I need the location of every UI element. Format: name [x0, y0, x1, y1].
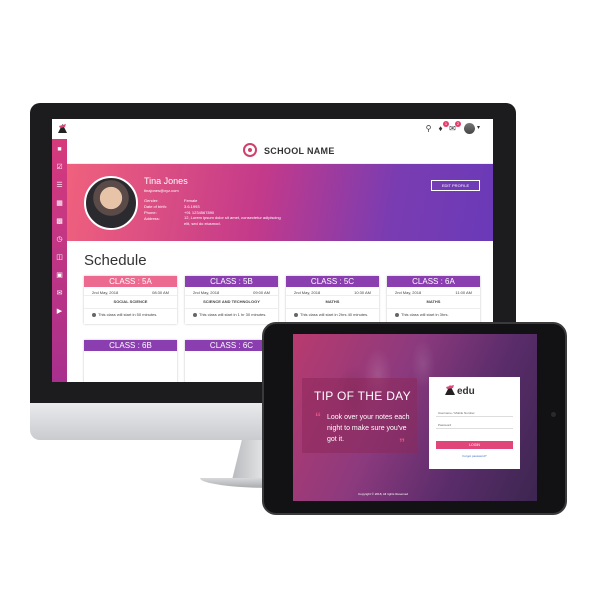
card-note: This class will start in 50 minutes. [98, 312, 158, 317]
class-card[interactable]: CLASS : 5A 2nd May, 2018 08:30 AM SOCIAL … [84, 276, 177, 324]
clock-icon[interactable]: ◷ [55, 235, 64, 244]
bell-icon[interactable]: ♦ 1 [436, 121, 449, 133]
card-date: 2nd May, 2018 [294, 290, 321, 295]
username-field[interactable]: Username / Mobile Number [436, 409, 513, 417]
card-class-label: CLASS : 5B [185, 276, 278, 287]
document-icon[interactable]: ☰ [55, 181, 64, 190]
card-time: 11:00 AM [455, 290, 472, 295]
class-card[interactable]: CLASS : 6A 2nd May, 2018 11:00 AM MATHS T… [387, 276, 480, 324]
profile-label-gender: Gender: [144, 198, 159, 203]
card-time: 08:30 AM [152, 290, 169, 295]
school-logo-icon [243, 143, 257, 157]
profile-banner: Tina Jones tinajones@xyz.com Gender: Fem… [67, 164, 493, 241]
edit-profile-button[interactable]: EDIT PROFILE [431, 180, 480, 191]
edu-brand: edu [457, 386, 475, 397]
profile-label-address: Address: [144, 216, 160, 221]
info-icon [395, 312, 399, 317]
card-subject: SCIENCE AND TECHNOLOGY [185, 296, 278, 309]
checklist-icon[interactable]: ☑ [55, 163, 64, 172]
forgot-password-link[interactable]: Forgot password? [436, 454, 513, 458]
quote-close-icon: ” [399, 436, 405, 450]
calendar-icon[interactable]: ▩ [55, 217, 64, 226]
card-class-label: CLASS : 6A [387, 276, 480, 287]
class-card[interactable]: CLASS : 6B [84, 340, 177, 382]
card-date: 2nd May, 2018 [193, 290, 220, 295]
password-field[interactable]: Password [436, 421, 513, 429]
top-bar: ⚲ ♦1 ✉2 ✉3 ▾ [52, 119, 493, 140]
tablet-home-button [551, 412, 556, 417]
class-card[interactable]: CLASS : 5B 2nd May, 2018 09:00 AM SCIENCE… [185, 276, 278, 324]
card-subject: SOCIAL SCIENCE [84, 296, 177, 309]
chevron-down-icon[interactable]: ▾ [477, 124, 480, 131]
quote-open-icon: “ [315, 410, 321, 424]
mail-icon[interactable]: ✉ [55, 289, 64, 298]
bus-icon[interactable]: ▣ [55, 271, 64, 280]
dashboard-icon[interactable]: ■ [55, 145, 64, 154]
profile-photo [84, 176, 138, 230]
sidebar: ■ ☑ ☰ ▦ ▩ ◷ ◫ ▣ ✉ ▶ [52, 139, 67, 382]
info-icon [193, 312, 197, 317]
card-note: This class will start in 3hrs. [401, 312, 449, 317]
profile-value-address: 12, Lorem ipsum dolor sit amet, consecte… [184, 215, 281, 226]
profile-email: tinajones@xyz.com [144, 188, 179, 193]
book-icon[interactable]: ▦ [55, 199, 64, 208]
card-date: 2nd May, 2018 [395, 290, 422, 295]
profile-label-dob: Date of birth: [144, 204, 167, 209]
library-icon[interactable]: ◫ [55, 253, 64, 262]
school-header: SCHOOL NAME [67, 139, 493, 164]
school-name: SCHOOL NAME [264, 146, 335, 156]
card-class-label: CLASS : 6B [84, 340, 177, 351]
megaphone-icon[interactable]: ▶ [55, 307, 64, 316]
login-button[interactable]: LOGIN [436, 441, 513, 449]
card-subject: MATHS [286, 296, 379, 309]
copyright-text: Copyright © 2018, All rights Reserved [358, 492, 409, 496]
app-logo-icon[interactable] [57, 123, 68, 134]
schedule-title: Schedule [84, 252, 147, 269]
edu-logo-icon [445, 385, 455, 395]
class-card[interactable]: CLASS : 5C 2nd May, 2018 10:30 AM MATHS T… [286, 276, 379, 324]
card-note: This class will start in 1 hr 30 minutes… [199, 312, 267, 317]
info-icon [294, 312, 298, 317]
card-class-label: CLASS : 5A [84, 276, 177, 287]
card-time: 10:30 AM [354, 290, 371, 295]
profile-name: Tina Jones [144, 176, 188, 186]
user-avatar[interactable] [464, 123, 475, 134]
card-date: 2nd May, 2018 [92, 290, 119, 295]
card-time: 09:00 AM [253, 290, 270, 295]
tip-title: TIP OF THE DAY [314, 389, 411, 403]
card-subject: MATHS [387, 296, 480, 309]
card-class-label: CLASS : 5C [286, 276, 379, 287]
info-icon [92, 312, 96, 317]
card-note: This class will start in 2hrs 40 minutes… [300, 312, 369, 317]
search-icon[interactable]: ⚲ [424, 124, 433, 133]
profile-label-phone: Phone: [144, 210, 157, 215]
